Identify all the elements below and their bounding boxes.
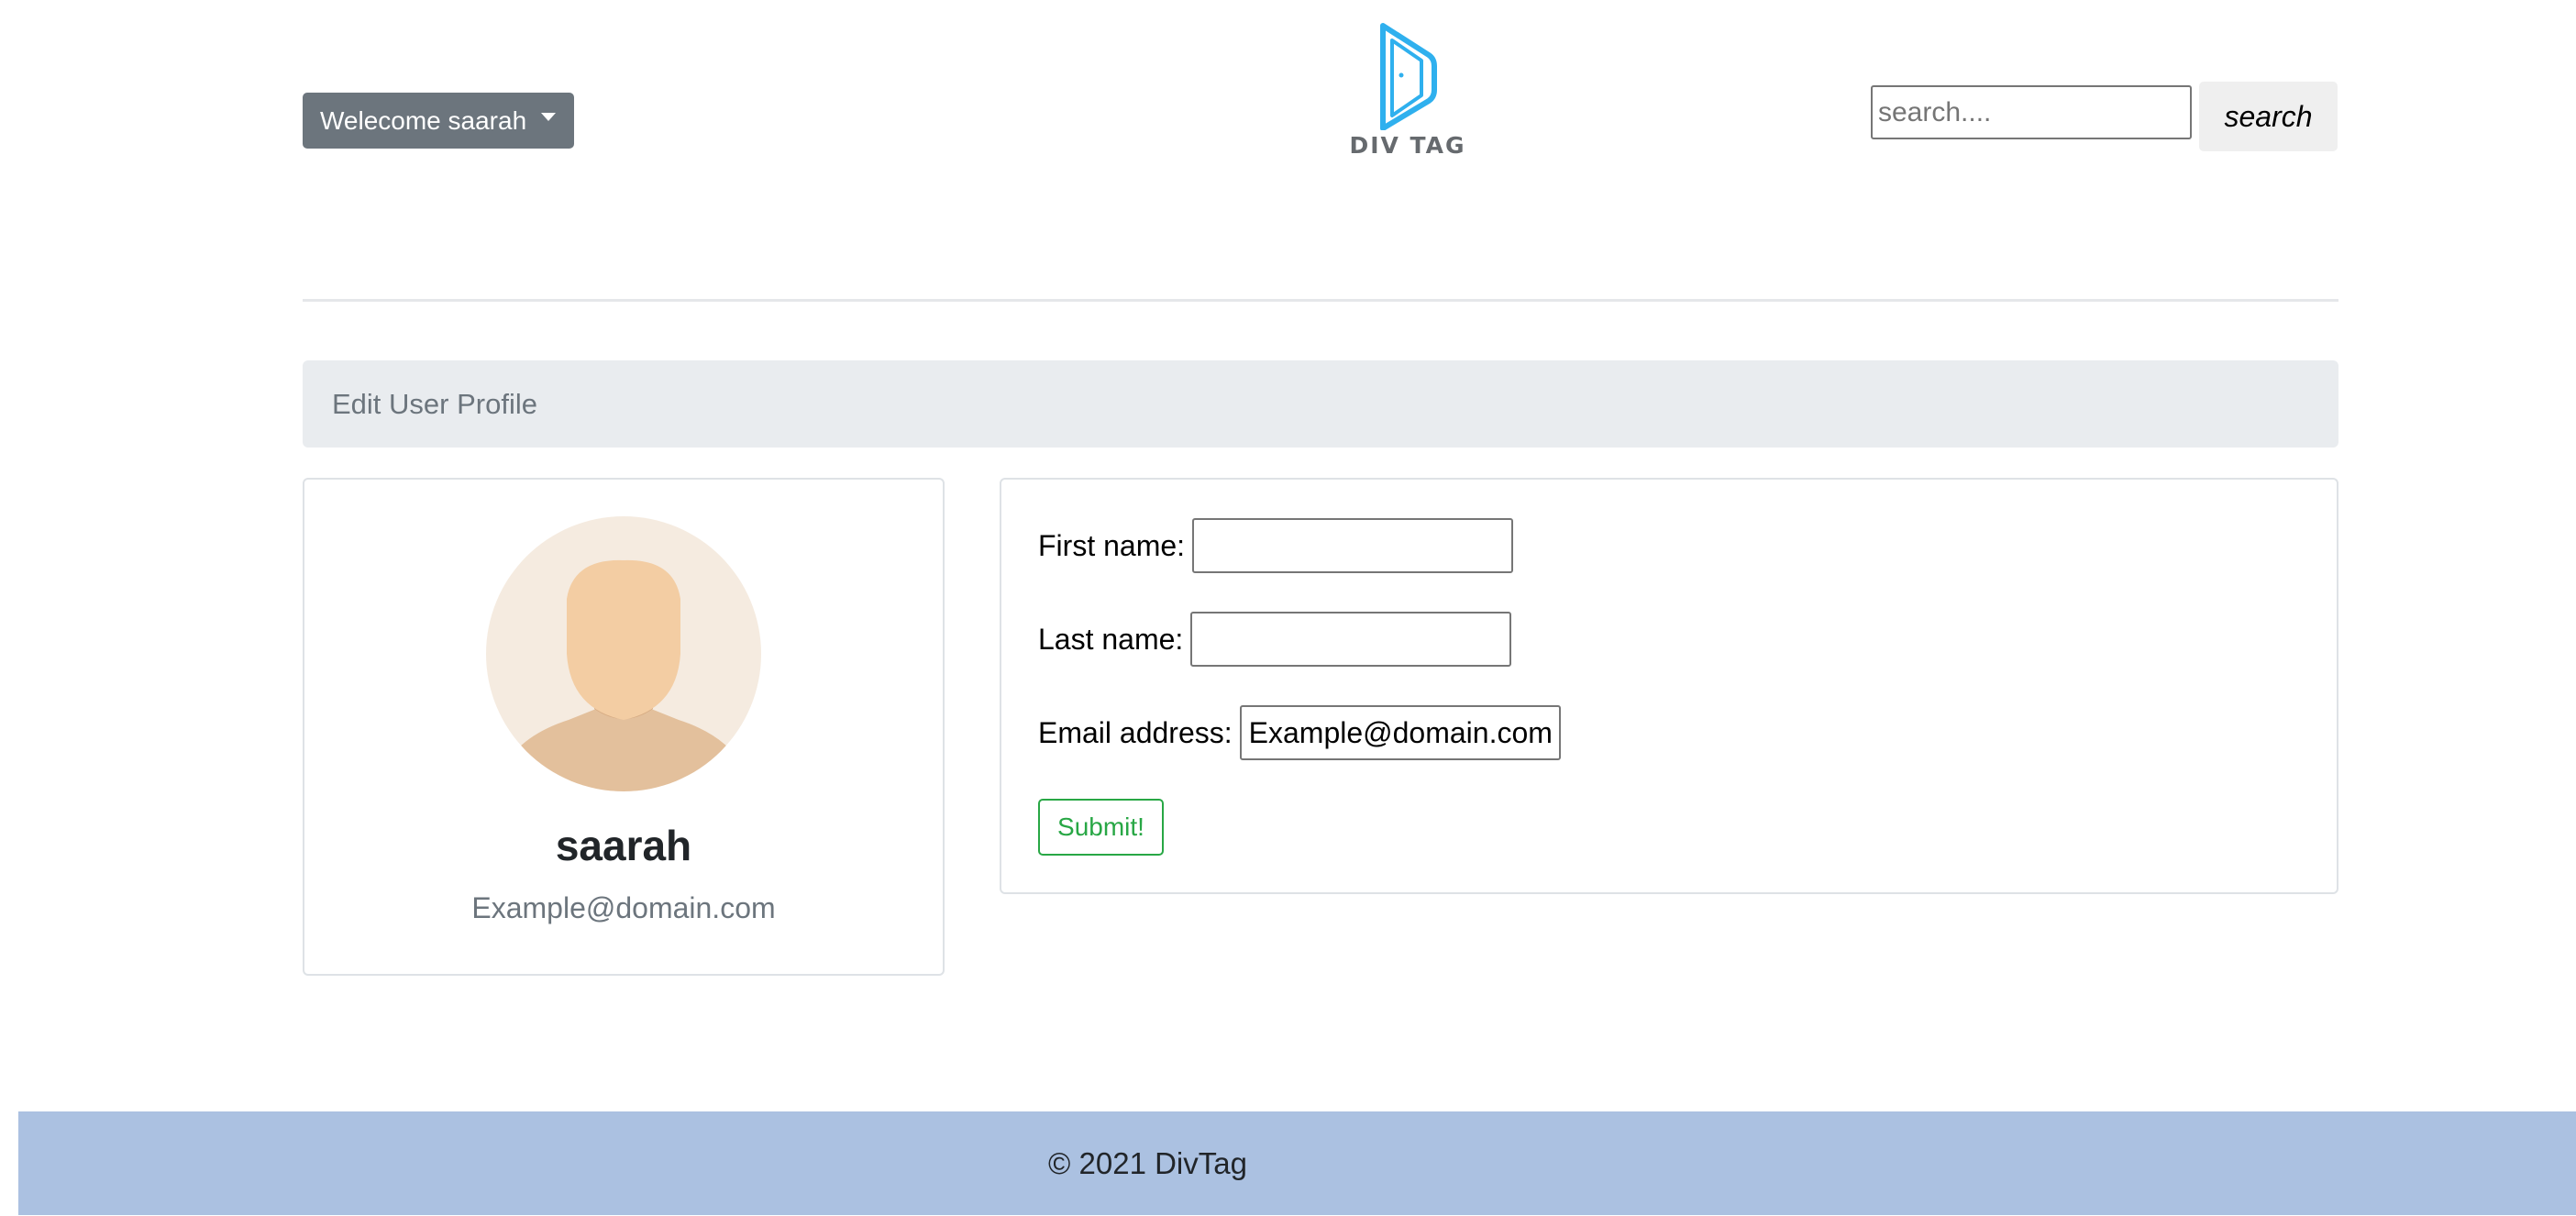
first-name-input[interactable] [1192,518,1514,573]
last-name-row: Last name: [1038,612,1512,667]
email-label: Email address: [1038,715,1233,749]
email-row: Email address: [1038,705,1561,760]
submit-button[interactable]: Submit! [1038,799,1164,856]
first-name-row: First name: [1038,518,1514,573]
first-name-label: First name: [1038,528,1186,562]
profile-card: saarah Example@domain.com [303,478,945,976]
site-logo[interactable]: DIV TAG [1348,20,1467,167]
search-input[interactable] [1871,85,2192,139]
search-button[interactable]: search [2199,82,2338,151]
header-divider [303,299,2338,302]
footer-copyright: © 2021 DivTag [1048,1145,1247,1180]
breadcrumb: Edit User Profile [303,360,2338,448]
welcome-label: Welecome saarah [320,105,527,135]
door-logo-icon [1380,23,1437,130]
caret-down-icon [541,113,557,121]
breadcrumb-title: Edit User Profile [332,387,537,420]
edit-profile-form: First name: Last name: Email address: Su… [1000,478,2338,894]
profile-name: saarah [555,822,692,869]
email-input[interactable] [1239,705,1561,760]
footer: © 2021 DivTag [18,1111,2576,1215]
profile-email: Example@domain.com [471,891,776,924]
avatar [486,516,761,791]
last-name-input[interactable] [1190,612,1512,667]
logo-text: DIV TAG [1349,132,1466,159]
page: Welecome saarah DIV TAG search Edit User… [0,0,2576,1216]
welcome-user-dropdown-button[interactable]: Welecome saarah [303,93,574,149]
last-name-label: Last name: [1038,622,1184,656]
